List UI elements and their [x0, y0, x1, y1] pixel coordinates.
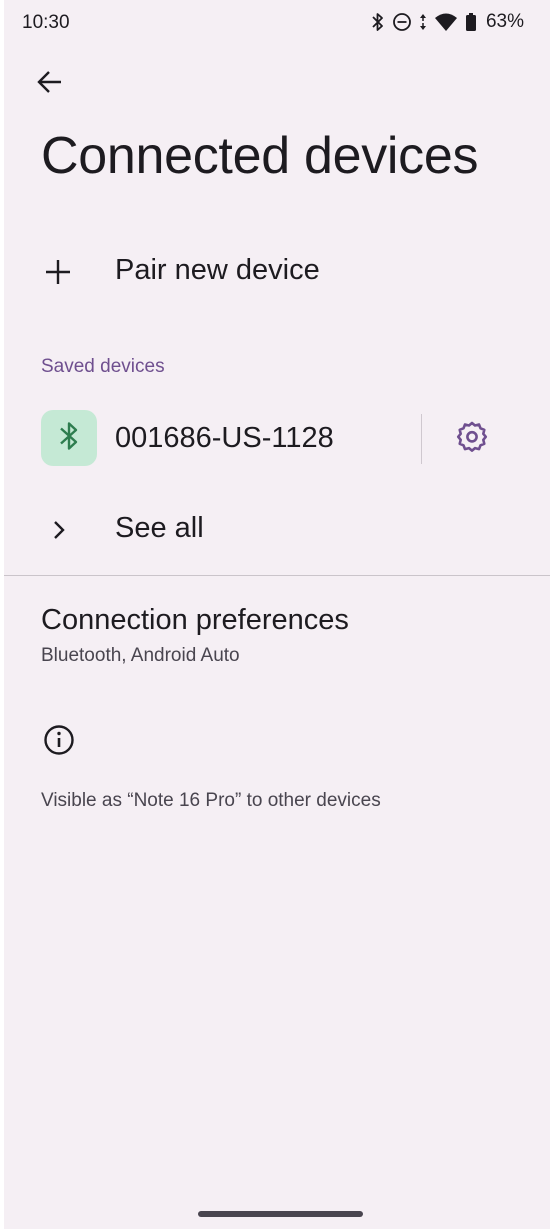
device-settings-button[interactable] [452, 418, 492, 458]
data-arrows-icon [419, 12, 427, 32]
battery-percent: 63% [485, 11, 524, 32]
saved-devices-header: Saved devices [41, 356, 165, 377]
chevron-right-icon [44, 502, 74, 558]
bluetooth-icon [58, 420, 80, 457]
dnd-icon [392, 12, 412, 32]
pair-new-device-row[interactable]: Pair new device [4, 244, 550, 300]
bluetooth-icon [371, 12, 385, 32]
back-arrow-icon [36, 68, 64, 101]
visible-as-text: Visible as “Note 16 Pro” to other device… [41, 790, 381, 811]
connected-devices-screen: 10:30 63% Connected devices Pair new dev… [4, 0, 550, 1229]
wifi-icon [434, 12, 458, 32]
connection-preferences-title[interactable]: Connection preferences [41, 604, 349, 637]
battery-icon [465, 12, 477, 32]
plus-icon [38, 244, 78, 300]
see-all-label: See all [115, 512, 204, 544]
connection-preferences-subtitle: Bluetooth, Android Auto [41, 645, 240, 666]
gear-icon [455, 419, 489, 458]
status-time: 10:30 [22, 12, 70, 33]
gesture-nav-handle[interactable] [198, 1211, 363, 1217]
back-button[interactable] [28, 62, 72, 106]
see-all-row[interactable]: See all [4, 502, 550, 558]
device-icon-container [41, 410, 97, 466]
info-icon [41, 722, 77, 758]
device-name: 001686-US-1128 [115, 422, 334, 454]
status-icons: 63% [371, 11, 524, 33]
section-divider [4, 575, 550, 576]
divider [421, 414, 422, 464]
status-bar: 10:30 63% [4, 0, 550, 48]
page-title: Connected devices [41, 127, 479, 185]
saved-device-row[interactable]: 001686-US-1128 [4, 406, 550, 470]
pair-new-device-label: Pair new device [115, 254, 320, 286]
